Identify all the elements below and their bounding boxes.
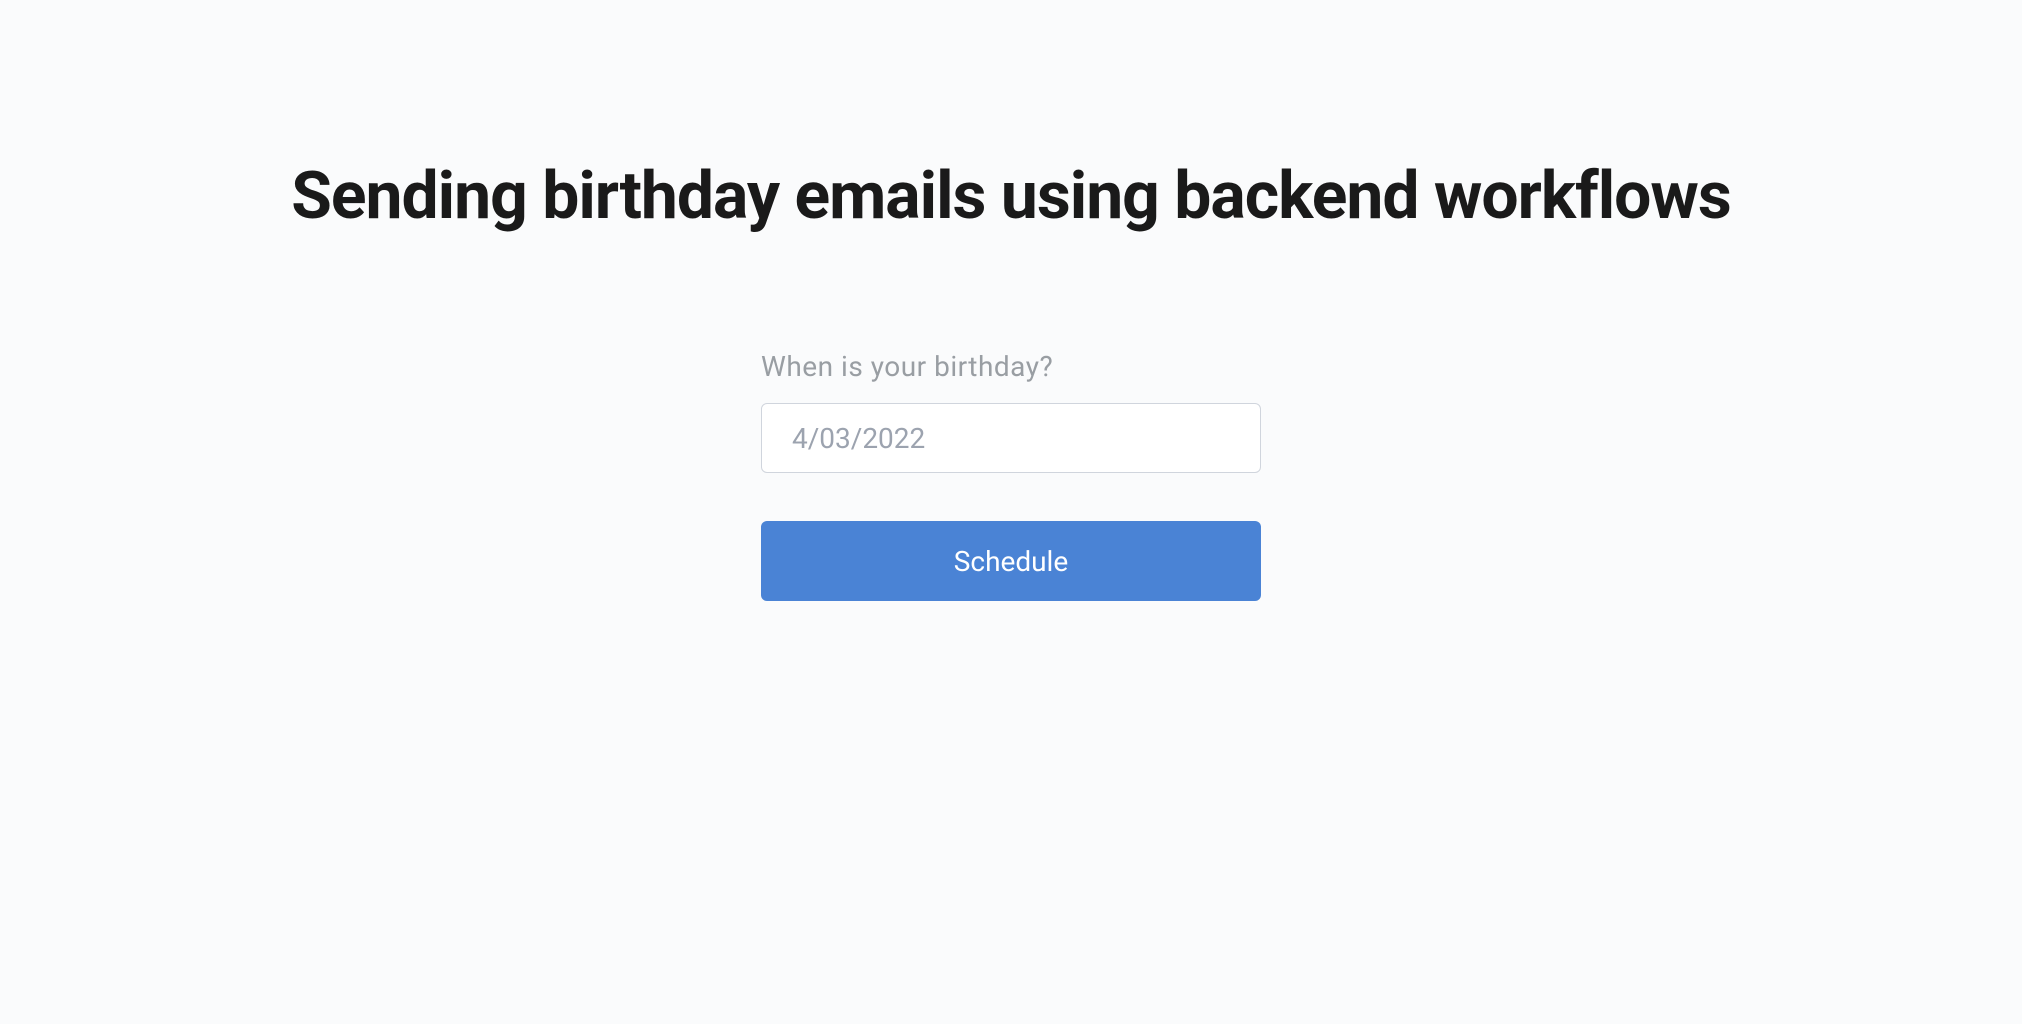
page-title: Sending birthday emails using backend wo… (291, 158, 1731, 235)
birthday-form: When is your birthday? Schedule (761, 350, 1261, 601)
birthday-date-input[interactable] (761, 403, 1261, 473)
birthday-label: When is your birthday? (761, 350, 1053, 383)
main-container: Sending birthday emails using backend wo… (0, 0, 2022, 601)
schedule-button[interactable]: Schedule (761, 521, 1261, 601)
